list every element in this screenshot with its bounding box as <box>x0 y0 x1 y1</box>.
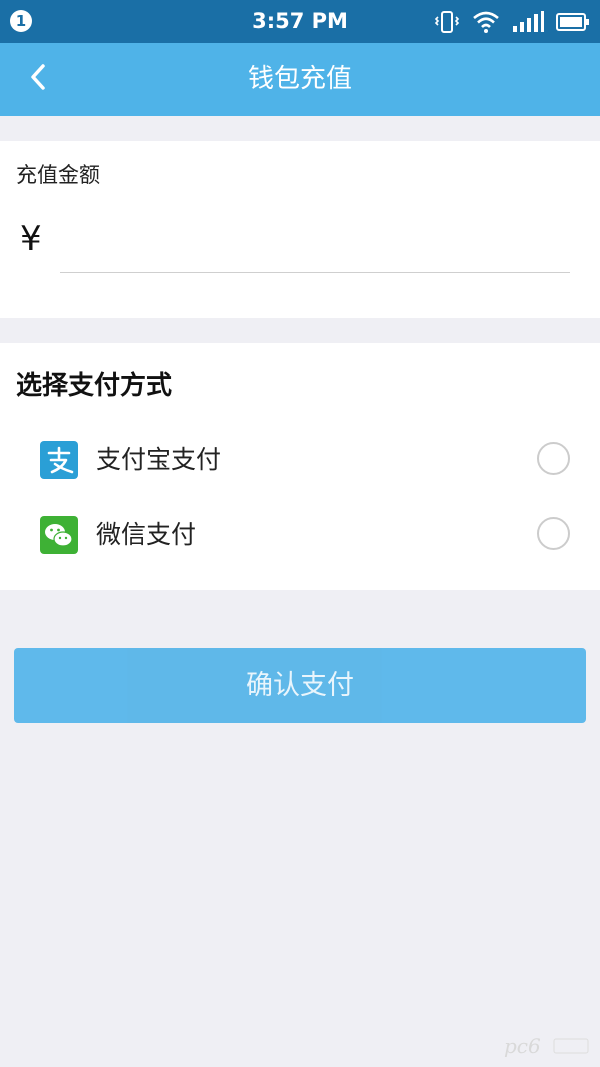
nav-bar: 钱包充值 <box>0 43 600 116</box>
amount-section: 充值金额 ¥ <box>0 141 600 318</box>
currency-symbol: ¥ <box>20 219 42 259</box>
status-icons <box>434 8 590 36</box>
wifi-icon <box>472 10 500 34</box>
payment-section: 选择支付方式 支付宝支付 微信支付 <box>0 343 600 590</box>
confirm-payment-label: 确认支付 <box>246 670 354 701</box>
payment-option-wechat[interactable]: 微信支付 <box>0 500 600 570</box>
alipay-radio[interactable] <box>537 442 570 475</box>
svg-text:pc6: pc6 <box>504 1034 541 1058</box>
back-button[interactable] <box>18 59 58 99</box>
alipay-icon <box>40 441 78 479</box>
status-bar: 1 3:57 PM <box>0 0 600 43</box>
amount-input[interactable] <box>60 217 570 273</box>
payment-option-alipay[interactable]: 支付宝支付 <box>0 425 600 495</box>
payment-option-label: 微信支付 <box>96 520 197 549</box>
wechat-radio[interactable] <box>537 517 570 550</box>
watermark-logo-icon: pc6 <box>502 1031 592 1061</box>
amount-label: 充值金额 <box>16 163 100 187</box>
signal-icon <box>512 11 544 33</box>
page-title: 钱包充值 <box>247 64 352 94</box>
payment-method-title: 选择支付方式 <box>16 371 173 401</box>
wechat-icon <box>40 516 78 554</box>
chevron-left-icon <box>28 63 48 95</box>
battery-icon <box>556 11 590 33</box>
payment-option-label: 支付宝支付 <box>96 445 222 474</box>
confirm-payment-button[interactable]: 确认支付 <box>14 648 586 723</box>
vibrate-icon <box>434 9 460 35</box>
